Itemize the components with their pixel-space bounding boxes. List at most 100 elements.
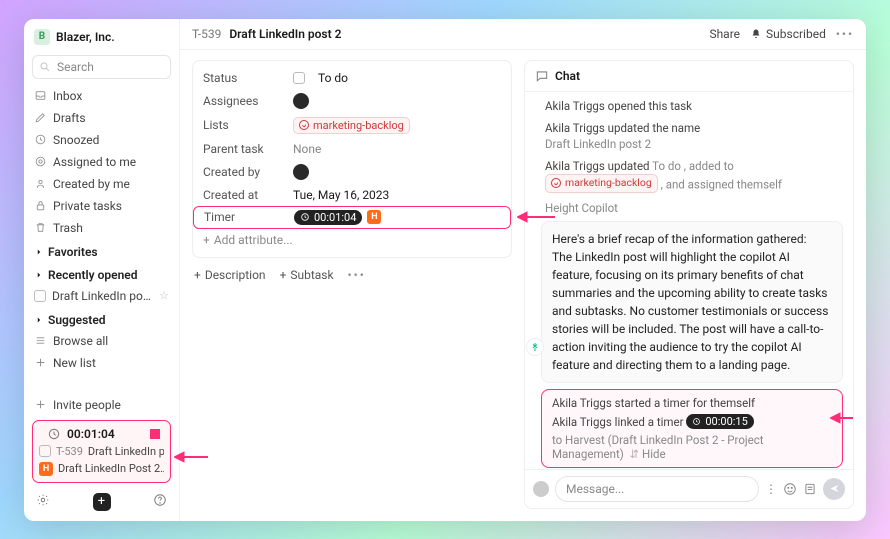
org-switcher[interactable]: B Blazer, Inc. (28, 25, 175, 49)
chat-header: Chat (525, 61, 853, 92)
section-suggested[interactable]: Suggested (28, 307, 175, 330)
new-task-button[interactable]: + (93, 493, 111, 511)
copilot-name: Height Copilot (545, 201, 843, 215)
user-avatar (533, 481, 549, 497)
subscribe-button[interactable]: Subscribed (750, 27, 826, 41)
more-actions-button[interactable]: ••• (348, 268, 366, 282)
nav-drafts[interactable]: Drafts (28, 107, 175, 129)
browse-all[interactable]: Browse all (28, 330, 175, 352)
invite-people[interactable]: Invite people (28, 394, 175, 416)
recent-task-item[interactable]: Draft LinkedIn post 2 ☆ (28, 285, 175, 307)
add-attr-label: Add attribute... (214, 233, 293, 247)
attr-status[interactable]: Status To do (193, 67, 511, 89)
nav-snoozed[interactable]: Snoozed (28, 129, 175, 151)
plus-icon (34, 398, 47, 411)
timer-chip[interactable]: 00:01:04 (294, 210, 362, 225)
timer-harvest-link[interactable]: H Draft LinkedIn Post 2… (39, 462, 164, 476)
copilot-message: Here's a brief recap of the information … (541, 221, 843, 383)
stop-button[interactable] (150, 429, 160, 439)
nav-assigned-to-me[interactable]: Assigned to me (28, 151, 175, 173)
nav-label: Private tasks (53, 199, 122, 213)
attr-timer[interactable]: Timer 00:01:04 H (193, 206, 511, 229)
attr-assignees[interactable]: Assignees (193, 89, 511, 113)
plus-icon: + (203, 233, 210, 247)
action-label: Description (205, 268, 266, 282)
copilot-text: Here's a brief recap of the information … (552, 232, 828, 372)
nav-label: Invite people (53, 398, 121, 412)
star-icon[interactable]: ☆ (159, 289, 169, 302)
search-icon (39, 61, 51, 73)
nav-label: Assigned to me (53, 155, 136, 169)
more-button[interactable]: ••• (836, 27, 854, 41)
recent-task-title: Draft LinkedIn post 2 (52, 289, 153, 303)
status-value: To do (318, 71, 348, 85)
chat-scroll[interactable]: Akila Triggs opened this task Akila Trig… (525, 92, 853, 469)
org-badge: B (34, 29, 50, 45)
section-label: Favorites (48, 245, 98, 259)
attr-label: Lists (203, 118, 287, 132)
activity-line: to Harvest (Draft LinkedIn Post 2 - Proj… (552, 433, 832, 461)
add-attribute-button[interactable]: + Add attribute... (193, 229, 511, 251)
timer-display[interactable]: 00:01:04 (39, 427, 164, 441)
hide-button[interactable]: Hide (642, 447, 666, 461)
nav-label: Inbox (53, 89, 82, 103)
share-button[interactable]: Share (709, 27, 740, 41)
section-recently-opened[interactable]: Recently opened (28, 262, 175, 285)
list-chip[interactable]: marketing-backlog (293, 117, 410, 134)
timer-activity-card: Akila Triggs started a timer for themsel… (541, 389, 843, 468)
nav-created-by-me[interactable]: Created by me (28, 173, 175, 195)
subscribe-label: Subscribed (766, 27, 826, 41)
nav-inbox[interactable]: Inbox (28, 85, 175, 107)
task-title: Draft LinkedIn post 2 (229, 27, 341, 41)
section-label: Recently opened (48, 268, 138, 282)
list-icon (299, 120, 309, 130)
send-button[interactable] (823, 478, 845, 500)
add-subtask-button[interactable]: +Subtask (280, 268, 334, 282)
action-label: Subtask (290, 268, 333, 282)
list-icon (551, 178, 561, 188)
attr-lists[interactable]: Lists marketing-backlog (193, 113, 511, 138)
new-list[interactable]: New list (28, 352, 175, 374)
add-description-button[interactable]: + Description (194, 268, 266, 282)
search-input[interactable]: Search (32, 55, 171, 79)
nav-private-tasks[interactable]: Private tasks (28, 195, 175, 217)
status-checkbox-icon (293, 72, 305, 84)
list-value: marketing-backlog (313, 119, 404, 132)
attr-label: Created at (203, 188, 287, 202)
gear-icon (36, 493, 50, 507)
nav-trash[interactable]: Trash (28, 217, 175, 239)
nav-label: New list (53, 356, 96, 370)
bell-icon (750, 28, 762, 40)
emoji-button[interactable] (783, 482, 797, 496)
attr-parent[interactable]: Parent task None (193, 138, 511, 160)
nav-label: Drafts (53, 111, 86, 125)
attr-label: Created by (203, 165, 287, 179)
chat-more-button[interactable]: ⋮ (765, 482, 777, 496)
checkbox-icon (34, 290, 46, 302)
checkbox-icon (39, 445, 51, 457)
chevron-right-icon (34, 247, 44, 257)
nav-label: Created by me (53, 177, 130, 191)
arrow-annotation-icon (830, 410, 853, 426)
task-id: T-539 (56, 445, 83, 458)
activity-event: Akila Triggs updated the name Draft Link… (545, 120, 843, 152)
attr-created-by[interactable]: Created by (193, 160, 511, 184)
attachment-button[interactable] (803, 482, 817, 496)
attr-label: Assignees (203, 94, 287, 108)
section-favorites[interactable]: Favorites (28, 239, 175, 262)
list-icon (34, 334, 47, 347)
arrow-annotation-icon (174, 449, 208, 465)
help-button[interactable] (153, 493, 167, 510)
pencil-icon (34, 111, 47, 124)
plus-icon: + (280, 268, 287, 282)
timer-task-link[interactable]: T-539 Draft LinkedIn pos (39, 445, 164, 458)
avatar (293, 93, 309, 109)
plus-icon: + (194, 268, 201, 282)
clock-icon (692, 417, 701, 426)
search-placeholder: Search (57, 60, 94, 74)
chat-title: Chat (555, 69, 580, 83)
settings-button[interactable] (36, 493, 50, 510)
message-input[interactable]: Message... (555, 476, 759, 502)
org-name: Blazer, Inc. (56, 30, 115, 44)
harvest-title: Draft LinkedIn Post 2… (58, 462, 164, 475)
